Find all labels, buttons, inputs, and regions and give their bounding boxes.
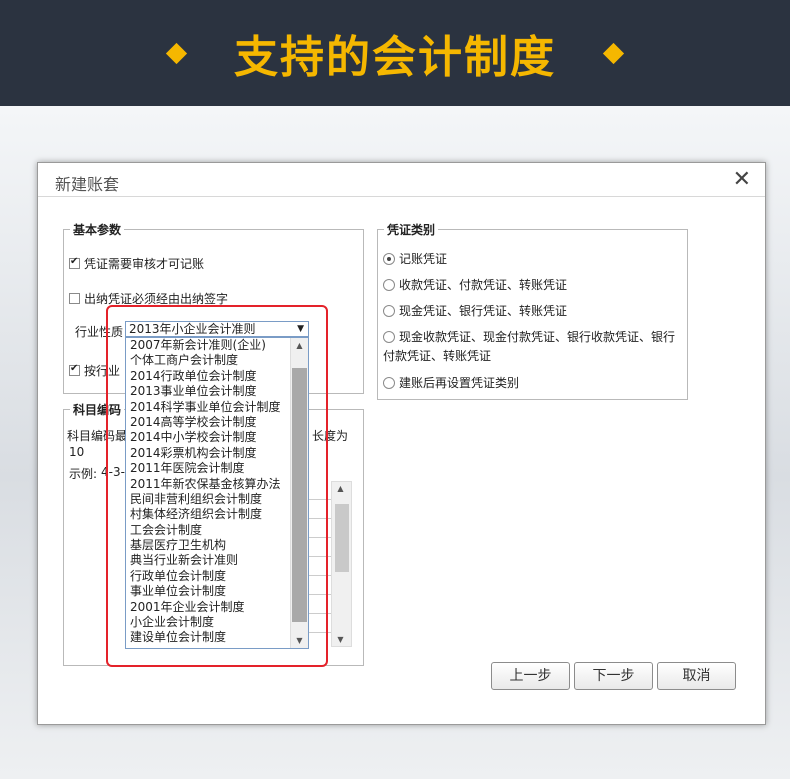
voucher-option-label: 记账凭证 [399, 252, 448, 266]
basic-params-legend: 基本参数 [70, 221, 125, 238]
voucher-option-3[interactable]: 现金凭证、银行凭证、转账凭证 [383, 302, 567, 319]
scroll-down-icon[interactable]: ▼ [332, 635, 349, 644]
cashier-checkbox[interactable] [69, 293, 80, 304]
voucher-radio-2[interactable] [383, 278, 395, 291]
coding-example-label: 示例: [69, 467, 98, 481]
close-icon[interactable]: ✕ [733, 167, 751, 192]
voucher-option-4-cont: 付款凭证、转账凭证 [383, 349, 492, 363]
coding-grid-scroll-thumb[interactable] [335, 504, 349, 572]
voucher-option-1[interactable]: 记账凭证 [383, 250, 447, 267]
preset-checkbox[interactable] [69, 363, 80, 376]
voucher-option-5[interactable]: 建账后再设置凭证类别 [383, 374, 519, 391]
diamond-icon-right [602, 42, 625, 64]
audit-checkbox-label: 凭证需要审核才可记账 [84, 257, 205, 271]
title-divider [38, 196, 765, 197]
audit-checkbox[interactable] [69, 256, 80, 269]
audit-checkbox-row[interactable]: 凭证需要审核才可记账 [69, 255, 204, 272]
voucher-type-legend: 凭证类别 [384, 221, 439, 238]
scroll-up-icon[interactable]: ▲ [332, 484, 349, 493]
voucher-option-label: 现金收款凭证、现金付款凭证、银行收款凭证、银行 [399, 330, 676, 344]
voucher-option-label: 建账后再设置凭证类别 [399, 376, 520, 390]
banner-title: 支持的会计制度 [234, 32, 556, 83]
voucher-radio-3[interactable] [383, 304, 395, 317]
coding-desc-length: 10 [69, 445, 85, 459]
promo-banner: 支持的会计制度 [0, 0, 790, 106]
diamond-icon-left [165, 42, 188, 64]
next-button[interactable]: 下一步 [574, 662, 653, 690]
cancel-button[interactable]: 取消 [657, 662, 736, 690]
voucher-radio-5[interactable] [383, 376, 395, 389]
highlight-frame [106, 305, 328, 667]
voucher-option-label: 现金凭证、银行凭证、转账凭证 [399, 304, 568, 318]
voucher-option-4[interactable]: 现金收款凭证、现金付款凭证、银行收款凭证、银行 [383, 328, 675, 345]
dialog-title: 新建账套 [55, 175, 120, 194]
coding-grid-scrollbar[interactable]: ▲ ▼ [331, 481, 352, 647]
voucher-radio-4[interactable] [383, 330, 395, 343]
prev-button[interactable]: 上一步 [491, 662, 570, 690]
voucher-radio-1[interactable] [383, 252, 395, 265]
voucher-option-label: 收款凭证、付款凭证、转账凭证 [399, 278, 568, 292]
new-account-set-dialog: 新建账套 ✕ 基本参数 凭证需要审核才可记账 出纳凭证必须经由出纳签字 行业性质… [37, 162, 766, 725]
voucher-option-2[interactable]: 收款凭证、付款凭证、转账凭证 [383, 276, 567, 293]
